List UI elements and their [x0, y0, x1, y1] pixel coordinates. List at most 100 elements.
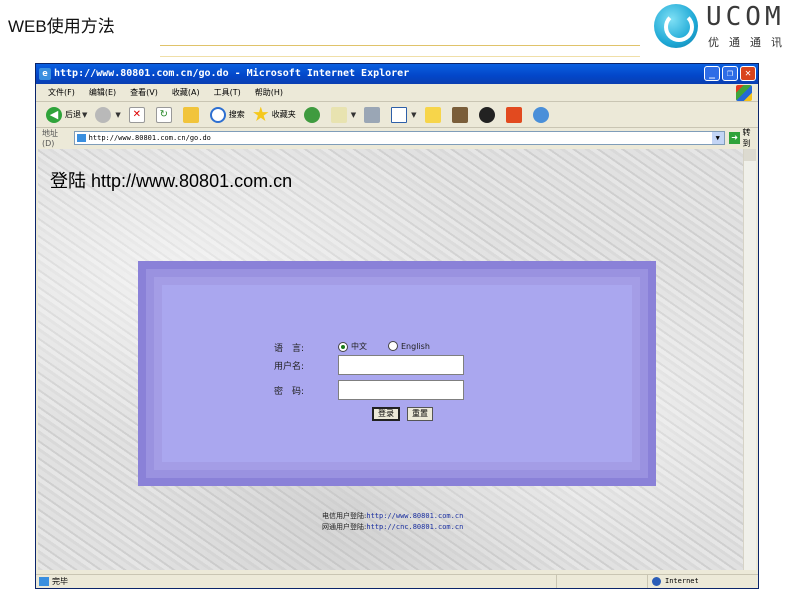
globe-icon [652, 577, 661, 586]
login-button[interactable]: 登录 [372, 407, 400, 421]
lang-english-label: English [401, 341, 430, 351]
refresh-icon: ↻ [155, 106, 172, 123]
username-input[interactable] [338, 355, 464, 375]
media-icon [303, 106, 320, 123]
standard-toolbar: ◀ 后退 ▼ ▼ ✕ ↻ 搜索 收藏夹 ▼ ▼ [36, 102, 758, 128]
search-label: 搜索 [228, 110, 245, 119]
discuss-button[interactable] [424, 106, 444, 123]
printer-icon [364, 106, 381, 123]
header-divider-secondary [160, 56, 640, 57]
refresh-button[interactable]: ↻ [155, 106, 175, 123]
messenger-button[interactable] [532, 106, 552, 123]
menu-tools[interactable]: 工具(T) [214, 87, 241, 98]
mail-button[interactable]: ▼ [330, 106, 356, 123]
favorites-button[interactable]: 收藏夹 [253, 106, 296, 123]
back-dropdown-icon[interactable]: ▼ [82, 111, 87, 119]
language-label: 语 言: [274, 344, 305, 354]
lang-chinese-radio[interactable] [338, 341, 348, 352]
address-dropdown-icon[interactable]: ▼ [711, 132, 724, 144]
forward-arrow-icon [95, 106, 112, 123]
telecom-label: 电信用户登陆: [322, 512, 367, 520]
edit-dropdown-icon[interactable]: ▼ [411, 111, 416, 119]
lang-chinese-option[interactable]: 中文 [338, 341, 367, 352]
zone-label: Internet [665, 577, 699, 585]
scroll-up-arrow[interactable] [744, 149, 756, 161]
qq-button[interactable] [478, 106, 498, 123]
window-controls: _ ❐ ✕ [704, 66, 756, 81]
login-panel-border-inner: 语 言: 中文 English 用户名: 密 码: 登录 重置 [154, 277, 640, 470]
header-divider [160, 45, 640, 46]
back-label: 后退 [65, 110, 81, 119]
menu-edit[interactable]: 编辑(E) [89, 87, 116, 98]
forward-dropdown-icon[interactable]: ▼ [115, 111, 120, 119]
windows-flag-icon [736, 85, 752, 101]
mail-icon [330, 106, 347, 123]
login-panel-border: 语 言: 中文 English 用户名: 密 码: 登录 重置 [146, 269, 648, 478]
search-button[interactable]: 搜索 [209, 106, 245, 123]
favorites-label: 收藏夹 [271, 110, 296, 119]
star-icon [253, 106, 269, 122]
qq-penguin-icon [478, 106, 495, 123]
ucom-logo-icon [654, 4, 698, 48]
flashget-button[interactable] [505, 106, 525, 123]
lang-chinese-label: 中文 [351, 342, 367, 351]
lang-english-option[interactable]: English [388, 341, 430, 351]
logo-wordmark: UCOM [706, 2, 785, 32]
slide-title: WEB使用方法 [8, 17, 115, 36]
menu-file[interactable]: 文件(F) [48, 87, 75, 98]
telecom-link[interactable]: http://www.80801.com.cn [366, 512, 463, 520]
cnc-login-line: 网通用户登陆:http://cnc.80801.com.cn [322, 522, 463, 533]
messenger-icon [532, 106, 549, 123]
back-button[interactable]: ◀ 后退 ▼ [46, 106, 87, 123]
note-icon [424, 106, 441, 123]
home-icon [182, 106, 199, 123]
ie-icon: e [39, 68, 51, 80]
go-arrow-icon: ➜ [728, 132, 741, 144]
go-label: 转到 [742, 128, 751, 148]
search-icon [209, 106, 226, 123]
cnc-label: 网通用户登陆: [322, 523, 367, 531]
print-button[interactable] [364, 106, 383, 123]
minimize-button[interactable]: _ [704, 66, 720, 81]
page-viewport: 登陆 http://www.80801.com.cn 语 言: 中文 Engli… [38, 149, 746, 570]
vertical-scrollbar[interactable] [743, 149, 756, 570]
menu-view[interactable]: 查看(V) [130, 87, 158, 98]
window-titlebar[interactable]: e http://www.80801.com.cn/go.do - Micros… [36, 64, 758, 84]
flashget-icon [505, 106, 522, 123]
ucom-logo: UCOM 优通通讯 [650, 2, 798, 50]
research-button[interactable] [451, 106, 471, 123]
mail-dropdown-icon[interactable]: ▼ [351, 111, 356, 119]
home-button[interactable] [182, 106, 202, 123]
menu-help[interactable]: 帮助(H) [255, 87, 283, 98]
word-icon [391, 106, 408, 123]
menu-bar: 文件(F) 编辑(E) 查看(V) 收藏(A) 工具(T) 帮助(H) [36, 84, 758, 102]
password-label: 密 码: [274, 387, 305, 397]
security-zone: Internet [647, 575, 699, 588]
restore-button[interactable]: ❐ [722, 66, 738, 81]
page-icon [76, 134, 86, 142]
address-input[interactable]: http://www.80801.com.cn/go.do ▼ [73, 131, 725, 145]
status-panels [556, 575, 647, 588]
window-title: http://www.80801.com.cn/go.do - Microsof… [54, 68, 410, 79]
forward-button[interactable]: ▼ [95, 106, 121, 123]
edit-button[interactable]: ▼ [391, 106, 417, 123]
media-button[interactable] [303, 106, 323, 123]
stop-button[interactable]: ✕ [128, 106, 148, 123]
lang-english-radio[interactable] [388, 341, 398, 351]
cnc-link[interactable]: http://cnc.80801.com.cn [366, 523, 463, 531]
login-form: 语 言: 中文 English 用户名: 密 码: 登录 重置 [162, 285, 632, 462]
password-input[interactable] [338, 380, 464, 400]
go-button[interactable]: ➜ 转到 [728, 127, 758, 149]
telecom-login-line: 电信用户登陆:http://www.80801.com.cn [322, 511, 463, 522]
close-button[interactable]: ✕ [740, 66, 756, 81]
back-arrow-icon: ◀ [46, 106, 62, 123]
menu-favorites[interactable]: 收藏(A) [172, 87, 200, 98]
ie-window: e http://www.80801.com.cn/go.do - Micros… [35, 63, 759, 589]
username-label: 用户名: [274, 362, 305, 372]
login-panel: 语 言: 中文 English 用户名: 密 码: 登录 重置 [138, 261, 656, 486]
address-label: 地址(D) [42, 129, 58, 148]
page-heading: 登陆 http://www.80801.com.cn [50, 171, 293, 191]
address-value: http://www.80801.com.cn/go.do [88, 134, 211, 142]
reset-button[interactable]: 重置 [407, 407, 433, 421]
address-bar: 地址(D) http://www.80801.com.cn/go.do ▼ ➜ … [36, 127, 758, 149]
